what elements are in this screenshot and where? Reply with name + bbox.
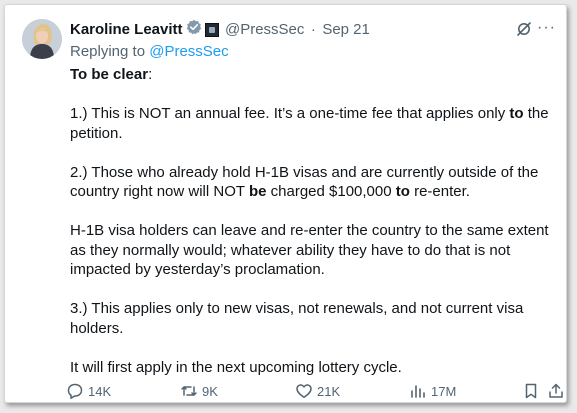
repost-count: 9K [202, 383, 218, 399]
government-affiliate-icon [204, 22, 219, 37]
repost-button[interactable]: 9K [180, 382, 218, 400]
share-button[interactable] [547, 382, 566, 400]
replying-label: Replying to [70, 43, 150, 60]
grok-icon[interactable] [516, 21, 532, 42]
like-icon [296, 384, 312, 398]
tweet-paragraph: H-1B visa holders can leave and re-enter… [70, 221, 558, 280]
replying-to: Replying to @PressSec [70, 43, 229, 60]
verified-badge-icon [186, 19, 202, 40]
repost-icon [181, 386, 197, 396]
bookmark-button[interactable] [522, 382, 544, 400]
tweet-card: Karoline Leavitt @PressSec · Sep 21 ··· … [4, 4, 567, 403]
bold-text: To be clear [70, 66, 149, 83]
tweet-paragraph: It will first apply in the next upcoming… [70, 358, 558, 378]
tweet-date[interactable]: Sep 21 [322, 21, 370, 38]
header-separator: · [310, 21, 316, 38]
tweet-paragraph: 2.) Those who already hold H-1B visas an… [70, 163, 558, 202]
share-icon [549, 383, 563, 398]
text-run: charged $100,000 [266, 183, 396, 200]
avatar[interactable] [22, 19, 62, 59]
text-run: : [148, 66, 153, 83]
reply-button[interactable]: 14K [66, 382, 111, 400]
author-handle[interactable]: @PressSec [225, 21, 304, 38]
reply-icon [67, 383, 83, 399]
views-button[interactable]: 17M [409, 382, 456, 400]
author-name[interactable]: Karoline Leavitt [70, 21, 183, 38]
text-run: It will first apply in the next upcoming… [70, 358, 402, 376]
text-run: re-enter. [409, 183, 470, 200]
bookmark-icon [525, 383, 537, 399]
bold-text: be [248, 183, 267, 200]
tweet-paragraph: To be clear: [70, 65, 558, 85]
reply-count: 14K [88, 383, 112, 399]
bold-text: to [509, 105, 524, 122]
text-run: 3.) This applies only to new visas, not … [70, 300, 524, 337]
like-count: 21K [317, 383, 341, 399]
bold-text: to [395, 183, 410, 200]
tweet-header: Karoline Leavitt @PressSec · Sep 21 [70, 19, 554, 41]
text-run: 1.) This is NOT an annual fee. It’s a on… [70, 105, 510, 122]
views-count: 17M [431, 383, 457, 399]
like-button[interactable]: 21K [295, 382, 340, 400]
views-icon [411, 385, 425, 398]
tweet-paragraph: 1.) This is NOT an annual fee. It’s a on… [70, 104, 558, 143]
more-icon[interactable]: ··· [537, 19, 556, 37]
tweet-paragraph: 3.) This applies only to new visas, not … [70, 299, 558, 338]
replying-handle-link[interactable]: @PressSec [149, 43, 228, 60]
text-run: H-1B visa holders can leave and re-enter… [70, 222, 549, 278]
tweet-text: To be clear: 1.) This is NOT an annual fe… [70, 65, 558, 397]
tweet-actions: 14K 9K 21K 17M [66, 382, 563, 400]
